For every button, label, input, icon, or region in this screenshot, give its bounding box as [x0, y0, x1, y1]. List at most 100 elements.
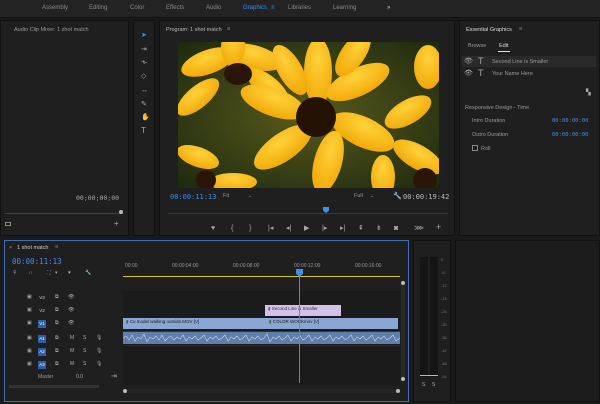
- nest-icon[interactable]: ⛶: [47, 270, 51, 276]
- mute-button[interactable]: M: [70, 348, 74, 354]
- video-clip[interactable]: ▮ COLOR WORKmov [V]: [266, 318, 398, 329]
- sequence-tab[interactable]: 1 shot match: [17, 245, 49, 251]
- add-marker-icon[interactable]: ♥: [211, 225, 215, 233]
- lock-icon[interactable]: ▣: [27, 307, 32, 313]
- horizontal-scroll-handle-left[interactable]: [123, 389, 127, 393]
- scroll-handle[interactable]: [119, 210, 123, 214]
- fit-chevron-down-icon[interactable]: ⌄: [248, 193, 252, 199]
- tab-audio[interactable]: Audio: [206, 5, 221, 11]
- video-clip[interactable]: ▮ Cu model walking outside.MOV [V]: [123, 318, 266, 329]
- toggle-output-eye-icon[interactable]: 👁: [68, 320, 74, 326]
- work-area-bar[interactable]: [123, 276, 400, 277]
- settings-wrench-icon[interactable]: 🔧: [393, 192, 402, 200]
- ripple-edit-tool-icon[interactable]: ⟛: [141, 59, 147, 67]
- graphics-menu-icon[interactable]: ≡: [271, 5, 275, 11]
- tab-learning[interactable]: Learning: [333, 5, 356, 11]
- tab-graphics[interactable]: Graphics: [243, 5, 267, 11]
- marker-icon[interactable]: ♥: [68, 270, 71, 276]
- program-scrub-bar[interactable]: [168, 213, 448, 214]
- mark-in-icon[interactable]: {: [231, 225, 233, 233]
- solo-button[interactable]: S: [83, 348, 86, 354]
- sync-lock-icon[interactable]: ⧉: [55, 335, 59, 341]
- track-label[interactable]: A2: [38, 348, 46, 356]
- track-label[interactable]: A1: [38, 335, 46, 343]
- go-to-end-icon[interactable]: ⇥: [111, 372, 117, 380]
- linked-selection-icon[interactable]: ∩: [29, 270, 33, 276]
- layer-name[interactable]: Second Line is Smaller: [492, 59, 548, 65]
- header-scrollbar[interactable]: [9, 385, 99, 388]
- program-timecode[interactable]: 00:00:11:13: [170, 193, 216, 201]
- lock-icon[interactable]: ▣: [27, 335, 32, 341]
- panel-menu-icon[interactable]: ≡: [227, 26, 230, 32]
- tab-editing[interactable]: Editing: [89, 5, 107, 11]
- roll-checkbox[interactable]: [472, 145, 478, 151]
- tab-libraries[interactable]: Libraries: [288, 5, 311, 11]
- tab-edit[interactable]: Edit: [499, 43, 508, 49]
- timeline-timecode[interactable]: 00:00:11:13: [12, 257, 62, 266]
- tab-browse[interactable]: Browse: [468, 43, 486, 49]
- master-volume-value[interactable]: 0.0: [76, 374, 83, 380]
- tab-assembly[interactable]: Assembly: [42, 5, 68, 11]
- intro-duration-value[interactable]: 00:00:00:00: [552, 118, 588, 124]
- pen-tool-icon[interactable]: ✎: [141, 101, 147, 109]
- track-label[interactable]: A3: [38, 361, 46, 369]
- add-icon[interactable]: +: [114, 220, 119, 228]
- track-label[interactable]: V1: [38, 320, 46, 328]
- fit-dropdown[interactable]: Fit: [223, 193, 229, 199]
- go-to-out-icon[interactable]: ▸|: [340, 225, 345, 233]
- layer-name[interactable]: Your Name Here: [492, 71, 533, 77]
- extract-icon[interactable]: ⇟: [376, 225, 382, 233]
- quality-dropdown[interactable]: Full: [354, 193, 363, 199]
- snap-icon[interactable]: ⚲: [13, 270, 17, 276]
- add-button-icon[interactable]: +: [436, 223, 441, 232]
- step-back-icon[interactable]: ◂|: [286, 225, 291, 233]
- tab-color[interactable]: Color: [130, 5, 144, 11]
- microphone-icon[interactable]: 🎙: [96, 348, 102, 354]
- graphic-clip[interactable]: ▮ Second Line is Smaller: [265, 305, 341, 316]
- sync-lock-icon[interactable]: ⧉: [55, 320, 59, 326]
- button-editor-icon[interactable]: ⋙: [414, 225, 424, 233]
- type-tool-icon[interactable]: T: [141, 127, 146, 135]
- export-frame-icon[interactable]: ◙: [394, 225, 398, 233]
- go-to-in-icon[interactable]: |◂: [268, 225, 273, 233]
- add-marker-icon[interactable]: ▾: [55, 270, 58, 276]
- quality-chevron-down-icon[interactable]: ⌄: [370, 193, 374, 199]
- toggle-output-eye-icon[interactable]: 👁: [68, 294, 74, 300]
- lock-icon[interactable]: ▣: [27, 294, 32, 300]
- tab-effects[interactable]: Effects: [166, 5, 184, 11]
- panel-menu-icon[interactable]: ≡: [519, 26, 522, 32]
- solo-left-button[interactable]: S: [422, 382, 425, 388]
- track-label[interactable]: V2: [38, 307, 46, 315]
- step-forward-icon[interactable]: |▸: [322, 225, 327, 233]
- close-tab-icon[interactable]: ×: [9, 245, 12, 251]
- hand-tool-icon[interactable]: ✋: [141, 114, 150, 122]
- horizontal-scrollbar[interactable]: [123, 389, 400, 393]
- visibility-eye-icon[interactable]: 👁: [464, 58, 473, 66]
- sync-lock-icon[interactable]: ⧉: [55, 307, 59, 313]
- slip-tool-icon[interactable]: ↔: [141, 87, 148, 95]
- play-icon[interactable]: ▶: [304, 225, 309, 233]
- microphone-icon[interactable]: 🎙: [96, 361, 102, 367]
- lock-icon[interactable]: ▣: [27, 320, 32, 326]
- new-layer-icon[interactable]: ▚: [586, 89, 591, 97]
- solo-button[interactable]: S: [83, 361, 86, 367]
- horizontal-scroll-handle-right[interactable]: [396, 389, 400, 393]
- track-select-tool-icon[interactable]: ⇥: [141, 46, 147, 54]
- time-ruler[interactable]: 00:00 00:00:04:00 00:00:08:00 00:00:12:0…: [123, 259, 400, 279]
- vertical-scroll-handle-bottom[interactable]: [401, 377, 405, 381]
- mute-button[interactable]: M: [70, 335, 74, 341]
- razor-tool-icon[interactable]: ◇: [141, 73, 146, 81]
- audio-clip-a1[interactable]: [123, 332, 400, 344]
- sync-lock-icon[interactable]: ⧉: [55, 348, 59, 354]
- vertical-scrollbar[interactable]: [401, 281, 405, 381]
- toggle-output-eye-icon[interactable]: 👁: [68, 307, 74, 313]
- more-workspaces-icon[interactable]: »: [387, 5, 390, 11]
- solo-button[interactable]: S: [83, 335, 86, 341]
- lock-icon[interactable]: ▣: [27, 348, 32, 354]
- timeline-settings-icon[interactable]: 🔧: [85, 270, 91, 276]
- source-scrub-bar[interactable]: [5, 213, 123, 214]
- wrench-icon[interactable]: [5, 222, 11, 226]
- sync-lock-icon[interactable]: ⧉: [55, 361, 59, 367]
- mark-out-icon[interactable]: }: [249, 225, 251, 233]
- solo-right-button[interactable]: S: [432, 382, 435, 388]
